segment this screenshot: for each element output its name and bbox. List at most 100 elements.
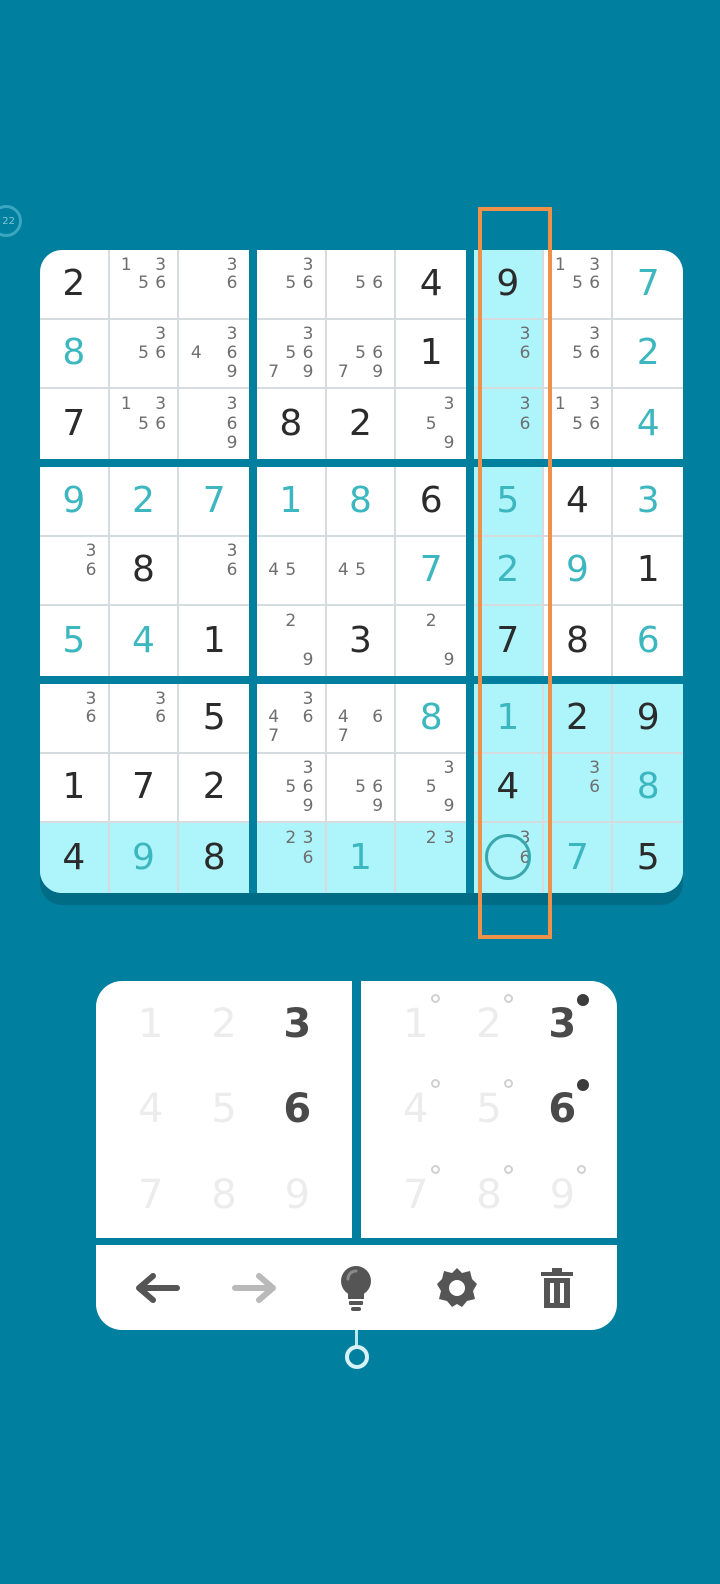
board-cell[interactable]: 36 [40,536,110,607]
board-cell[interactable]: 29 [396,606,466,676]
board-cell[interactable]: 36 [179,537,249,607]
board-cell[interactable]: 569 [326,753,397,824]
number-key-6[interactable]: 6 [261,1067,334,1153]
board-cell[interactable]: 7 [543,823,614,893]
board-cell[interactable]: 1 356 [110,389,180,459]
board-cell[interactable]: 2 [327,389,397,459]
number-key-3[interactable]: 3 [261,981,334,1067]
board-cell[interactable]: 56 7 9 [326,319,397,390]
board-cell[interactable]: 3569 [257,753,327,824]
settings-button[interactable] [427,1258,487,1318]
note-key-6[interactable]: 6 [526,1067,599,1153]
board-cell[interactable]: 2 [613,320,683,390]
board-cell[interactable]: 9 [543,536,614,607]
board-cell[interactable]: 8 [40,319,110,390]
number-key-1[interactable]: 1 [114,981,187,1067]
redo-button[interactable] [226,1258,286,1318]
board-cell[interactable]: 356 [257,250,327,320]
pencil-note: 5 [285,776,297,797]
board-cell[interactable]: 8 [326,467,397,537]
board-cell[interactable]: 4 [110,606,180,676]
board-cell[interactable]: 45 [257,536,327,607]
undo-button[interactable] [126,1258,186,1318]
note-key-2[interactable]: 2 [452,981,525,1067]
board-cell[interactable]: 36 [179,250,249,320]
board-cell[interactable]: 7 [613,250,683,320]
board-cell[interactable]: 9 [613,684,683,754]
board-cell[interactable]: 369 [179,389,249,459]
pencil-note [369,690,386,709]
board-cell[interactable]: 4 [543,467,614,537]
note-key-1[interactable]: 1 [379,981,452,1067]
board-cell[interactable]: 9 [40,467,110,537]
board-cell[interactable]: 359 [396,389,466,459]
number-key-7[interactable]: 7 [114,1152,187,1238]
hint-button[interactable] [326,1258,386,1318]
board-cell[interactable]: 6 [613,606,683,676]
board-cell[interactable]: 5 [613,823,683,893]
board-cell[interactable]: 356 [543,319,614,390]
board-cell[interactable]: 3 4 6 7 [257,684,327,754]
board-cell[interactable]: 4 [40,823,110,893]
board-cell[interactable]: 5 [179,684,249,754]
board-cell[interactable]: 2 [109,467,180,537]
board-cell[interactable]: 1 [396,320,466,390]
erase-button[interactable] [527,1258,587,1318]
board-cell[interactable]: 4 [396,250,466,320]
board-cell[interactable]: 1 [257,467,327,537]
board-cell[interactable]: 356 [109,319,180,390]
board-cell[interactable]: 56 [326,250,397,320]
pencil-note: 4 [268,559,280,580]
number-key-2[interactable]: 2 [187,981,260,1067]
board-cell[interactable]: 7 [109,753,180,824]
pager-dot[interactable] [345,1345,369,1369]
board-cell[interactable]: 8 [396,684,466,754]
board-cell[interactable]: 1 [613,537,683,607]
board-cell[interactable]: 2 [543,684,614,754]
board-cell[interactable]: 1 356 [109,250,180,320]
board-cell[interactable]: 8 [613,753,683,824]
board-cell[interactable]: 6 [396,467,466,537]
board-cell[interactable]: 9 [109,823,180,893]
note-key-7[interactable]: 7 [379,1152,452,1238]
board-cell[interactable]: 4 [613,389,683,459]
timer-badge[interactable]: 22 [0,205,22,237]
note-key-3[interactable]: 3 [526,981,599,1067]
board-cell[interactable]: 29 [257,606,327,676]
board-cell[interactable]: 7 [179,467,249,537]
number-key-8[interactable]: 8 [187,1152,260,1238]
board-cell[interactable]: 3 [613,467,683,537]
board-cell[interactable]: 2 [40,250,110,320]
board-cell[interactable]: 1 356 [544,389,614,459]
board-cell[interactable]: 36 [40,684,110,754]
board-cell[interactable]: 4 6 7 [326,684,397,754]
board-cell[interactable]: 2 [179,754,249,824]
board-cell[interactable]: 1 [326,823,397,893]
note-key-5[interactable]: 5 [452,1067,525,1153]
board-cell[interactable]: 236 [257,823,327,893]
board-cell[interactable]: 3 4 69 [179,320,249,390]
board-cell[interactable]: 5 [40,606,110,676]
note-key-8[interactable]: 8 [452,1152,525,1238]
note-key-9[interactable]: 9 [526,1152,599,1238]
board-cell[interactable]: 7 [40,389,110,459]
board-cell[interactable]: 8 [257,389,327,459]
note-key-4[interactable]: 4 [379,1067,452,1153]
board-cell[interactable]: 1 [40,753,110,824]
board-cell[interactable]: 8 [109,536,180,607]
board-cell[interactable]: 36 [543,753,614,824]
board-cell[interactable]: 45 [326,536,397,607]
board-cell[interactable]: 36 [109,684,180,754]
board-cell[interactable]: 3 [327,606,397,676]
board-cell[interactable]: 8 [179,823,249,893]
number-key-5[interactable]: 5 [187,1067,260,1153]
board-cell[interactable]: 1 [179,606,249,676]
board-cell[interactable]: 7 [396,537,466,607]
board-cell[interactable]: 23 [396,823,466,893]
board-cell[interactable]: 8 [544,606,614,676]
number-key-4[interactable]: 4 [114,1067,187,1153]
number-key-9[interactable]: 9 [261,1152,334,1238]
board-cell[interactable]: 359 [396,754,466,824]
board-cell[interactable]: 356 7 9 [257,319,327,390]
board-cell[interactable]: 1 356 [543,250,614,320]
